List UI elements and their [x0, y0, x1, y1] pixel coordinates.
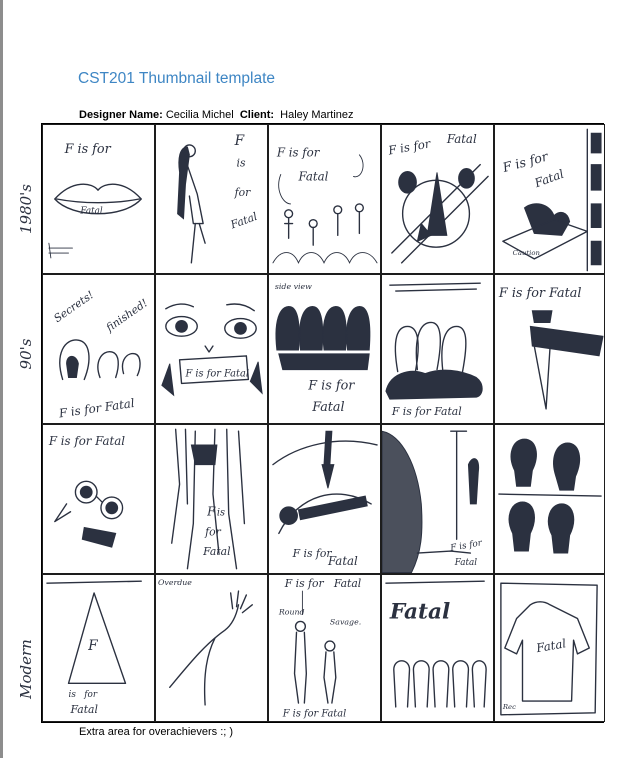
sketch-caption: Fatal	[389, 600, 450, 625]
thumbnail-r2-c4: F is for Fatal	[381, 274, 494, 424]
thumbnail-r2-c2: F is for Fatal	[155, 274, 268, 424]
sketch-caption: is	[69, 690, 77, 700]
thumbnail-r1-c5: F is for Fatal Caution	[494, 124, 605, 274]
thumbnail-r3-c4: F is for Fatal	[381, 424, 494, 574]
sketch-caption: Fatal	[311, 400, 344, 415]
row-label-1980s: 1980's	[17, 184, 35, 234]
sketch-caption: finished!	[103, 296, 150, 335]
sketch-caption: for	[204, 525, 221, 538]
sketch-caption: Rec	[502, 703, 516, 711]
sketch-caption: F is for	[292, 547, 333, 560]
sketch-caption: F is for	[276, 146, 321, 160]
sketch-caption: Caution	[513, 249, 540, 257]
thumbnail-r4-c1: F is for Fatal	[42, 574, 155, 722]
sketch-caption: Fatal	[446, 132, 477, 146]
thumbnail-r2-c5: F is for Fatal	[494, 274, 605, 424]
sketch-caption: side view	[275, 282, 312, 291]
sketch-caption: F is for	[386, 136, 433, 158]
sketch-caption: Round	[278, 608, 305, 617]
sketch-caption: Fatal	[532, 167, 566, 191]
sketch-caption: Fatal	[79, 207, 103, 217]
footer-note: Extra area for overachievers :; )	[79, 726, 234, 738]
sketch-caption: F is for	[500, 149, 550, 176]
sketch-caption: Savage.	[330, 617, 361, 626]
sketch-caption: Fatal	[454, 558, 478, 568]
sketch-caption: is	[217, 508, 225, 519]
sketch-caption: for	[83, 690, 98, 700]
thumbnail-r3-c2: F is for Fatal	[155, 424, 268, 574]
page-edge	[0, 0, 3, 758]
client-name: Haley Martinez	[280, 109, 354, 121]
sketch-caption: Fatal	[228, 210, 260, 232]
sketch-caption: F is for Fatal	[48, 434, 125, 448]
sketch-caption: Fatal	[327, 554, 358, 568]
thumbnail-r1-c1: F is for Fatal	[42, 124, 155, 274]
thumbnail-r3-c5	[494, 424, 605, 574]
sketch-caption: F	[206, 505, 216, 519]
thumbnail-r1-c2: F is for Fatal	[155, 124, 268, 274]
thumbnail-r2-c1: Secrets! finished! F is for Fatal	[42, 274, 155, 424]
sketch-caption: F	[234, 133, 245, 149]
sketch-caption: F is for	[64, 142, 112, 157]
sketch-caption: Overdue	[158, 578, 192, 587]
row-label-modern: Modern	[17, 639, 35, 699]
sketch-caption: F is for	[284, 577, 325, 590]
thumbnail-r3-c3: F is for Fatal	[268, 424, 381, 574]
row-label-90s: 90's	[17, 338, 35, 370]
thumbnail-r1-c3: F is for Fatal	[268, 124, 381, 274]
designer-name: Cecilia Michel	[165, 109, 234, 121]
client-label: Client:	[239, 109, 275, 121]
sketch-caption: Fatal	[333, 577, 362, 590]
sketch-caption: is	[237, 157, 246, 170]
thumbnail-r4-c2: Overdue	[155, 574, 268, 722]
designer-client-line: Designer Name: Cecilia Michel Client: Ha…	[79, 109, 354, 121]
sketch-caption: F is for	[449, 538, 484, 554]
sketch-caption: F	[87, 638, 98, 654]
sketch-caption: for	[234, 186, 251, 199]
thumbnail-r3-c1: F is for Fatal	[42, 424, 155, 574]
sketch-caption: Fatal	[70, 703, 99, 716]
thumbnail-r4-c3: F is for Fatal Round Savage. F is for Fa…	[268, 574, 381, 722]
thumbnail-r4-c4: Fatal	[381, 574, 494, 722]
sketch-caption: F is for Fatal	[57, 396, 136, 421]
sketch-caption: F is for Fatal	[184, 369, 249, 380]
sketch-caption: F is for Fatal	[498, 286, 582, 301]
thumbnail-r2-c3: side view F is for Fatal	[268, 274, 381, 424]
sketch-caption: F is for Fatal	[282, 709, 347, 720]
page-title: CST201 Thumbnail template	[78, 70, 276, 87]
sketch-caption: F is for	[307, 378, 355, 393]
thumbnail-grid: F is for Fatal F is for Fatal F is for F…	[41, 123, 605, 723]
thumbnail-r4-c5: Fatal Rec	[494, 574, 605, 722]
designer-label: Designer Name:	[79, 109, 163, 121]
sketch-caption: Fatal	[534, 636, 567, 655]
sketch-caption: F is for Fatal	[391, 405, 462, 418]
sketch-caption: Fatal	[202, 545, 231, 558]
sketch-caption: Fatal	[297, 169, 328, 183]
sketch-caption: Secrets!	[51, 288, 96, 325]
thumbnail-r1-c4: F is for Fatal	[381, 124, 494, 274]
